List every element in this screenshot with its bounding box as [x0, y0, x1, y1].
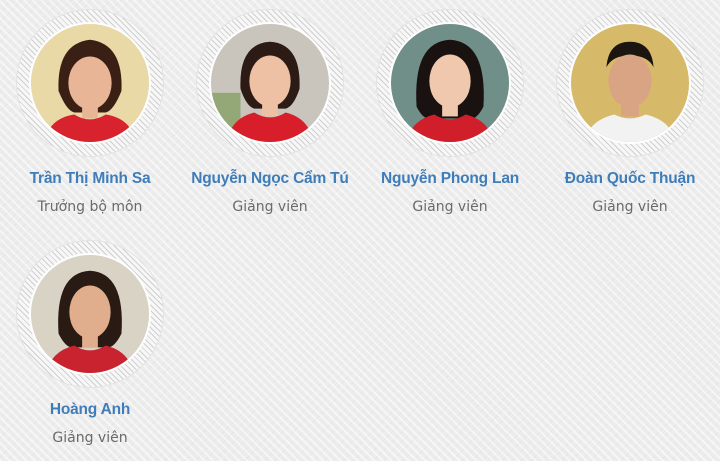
member-role: Giảng viên [412, 199, 488, 215]
avatar[interactable] [209, 22, 331, 144]
member-photo [31, 24, 149, 142]
member-role: Giảng viên [592, 199, 668, 215]
member-photo [211, 24, 329, 142]
member-photo [31, 255, 149, 373]
avatar-frame [557, 10, 703, 156]
member-role: Trưởng bộ môn [37, 199, 143, 215]
team-member-card: Nguyễn Ngọc Cẩm Tú Giảng viên [180, 10, 360, 215]
member-name-link[interactable]: Hoàng Anh [0, 401, 180, 419]
member-role: Giảng viên [232, 199, 308, 215]
team-member-card: Nguyễn Phong Lan Giảng viên [360, 10, 540, 215]
member-photo [391, 24, 509, 142]
avatar[interactable] [389, 22, 511, 144]
member-name-link[interactable]: Nguyễn Phong Lan [360, 170, 540, 188]
avatar-frame [17, 241, 163, 387]
avatar[interactable] [29, 253, 151, 375]
member-name-link[interactable]: Nguyễn Ngọc Cẩm Tú [180, 170, 360, 188]
team-member-card: Đoàn Quốc Thuận Giảng viên [540, 10, 720, 215]
member-role: Giảng viên [52, 430, 128, 446]
member-photo [571, 24, 689, 142]
avatar-frame [377, 10, 523, 156]
avatar[interactable] [29, 22, 151, 144]
avatar-frame [197, 10, 343, 156]
avatar-frame [17, 10, 163, 156]
team-member-card: Trần Thị Minh Sa Trưởng bộ môn [0, 10, 180, 215]
member-name-link[interactable]: Trần Thị Minh Sa [0, 170, 180, 188]
team-member-card: Hoàng Anh Giảng viên [0, 241, 180, 446]
member-name-link[interactable]: Đoàn Quốc Thuận [540, 170, 720, 188]
avatar[interactable] [569, 22, 691, 144]
